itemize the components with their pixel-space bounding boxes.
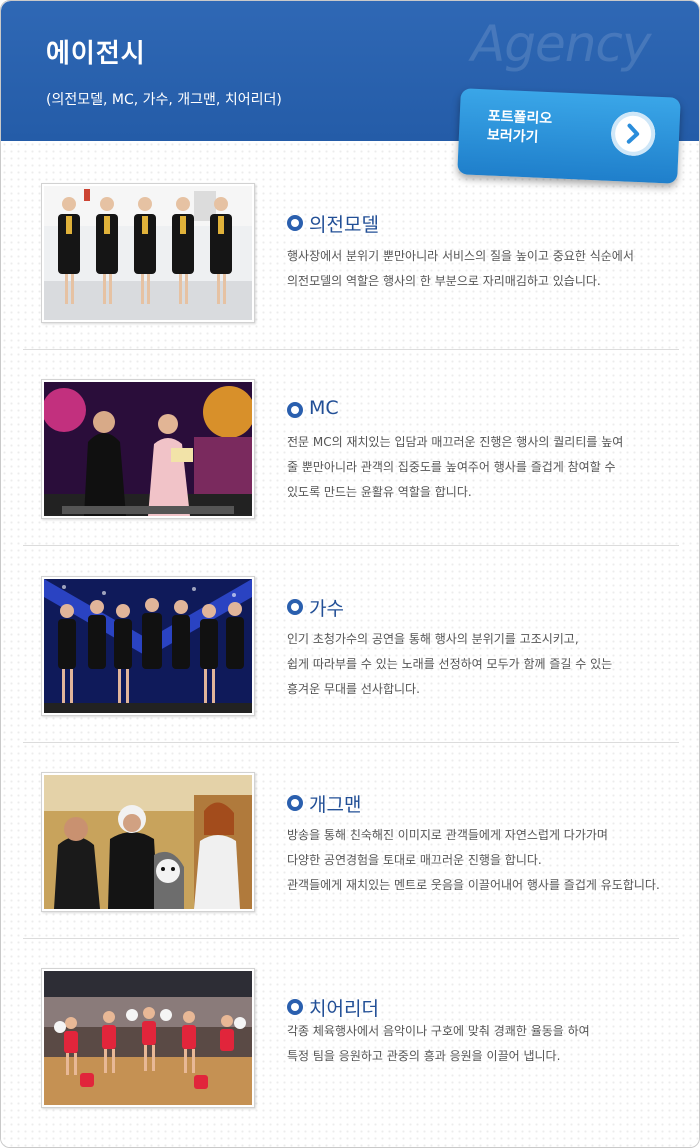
item-description: 각종 체육행사에서 음악이나 구호에 맞춰 경쾌한 율동을 하여 특정 팀을 응… — [287, 1024, 590, 1063]
portfolio-button-label: 포트폴리오 보러가기 — [486, 108, 553, 146]
item-title: MC — [309, 397, 339, 419]
agency-page: 에이전시 (의전모델, MC, 가수, 개그맨, 치어리더) Agency 포트… — [0, 0, 700, 1148]
item-description: 방송을 통해 친숙해진 이미지로 관객들에게 자연스럽게 다가가며 다양한 공연… — [287, 828, 660, 892]
item-title: 가수 — [309, 598, 344, 620]
list-item-mc: MC 전문 MC의 재치있는 입담과 매끄러운 진행은 행사의 퀄리티를 높여 … — [1, 357, 699, 552]
usher-models-image — [44, 186, 252, 320]
bullet-icon — [287, 599, 303, 615]
cheerleaders-photo — [41, 968, 255, 1108]
item-description: 인기 초청가수의 공연을 통해 행사의 분위기를 고조시키고, 쉽게 따라부를 … — [287, 632, 613, 696]
mc-hosts-image — [44, 382, 252, 516]
list-item-comedian: 개그맨 방송을 통해 친숙해진 이미지로 관객들에게 자연스럽게 다가가며 다양… — [1, 750, 699, 945]
divider — [23, 938, 679, 939]
page-subtitle: (의전모델, MC, 가수, 개그맨, 치어리더) — [46, 92, 282, 108]
item-title: 개그맨 — [309, 794, 362, 816]
chevron-right-icon — [610, 110, 657, 157]
item-description: 전문 MC의 재치있는 입담과 매끄러운 진행은 행사의 퀄리티를 높여 줄 뿐… — [287, 435, 624, 499]
bullet-icon — [287, 215, 303, 231]
item-description: 행사장에서 분위기 뿐만아니라 서비스의 질을 높이고 중요한 식순에서 의전모… — [287, 249, 634, 288]
singers-stage-image — [44, 579, 252, 713]
header-watermark: Agency — [471, 15, 651, 73]
usher-models-photo — [41, 183, 255, 323]
bullet-icon — [287, 999, 303, 1015]
bullet-icon — [287, 402, 303, 418]
mc-hosts-photo — [41, 379, 255, 519]
singers-stage-photo — [41, 576, 255, 716]
item-title: 의전모델 — [309, 214, 379, 236]
bullet-icon — [287, 795, 303, 811]
comedians-image — [44, 775, 252, 909]
list-item-singer: 가수 인기 초청가수의 공연을 통해 행사의 분위기를 고조시키고, 쉽게 따라… — [1, 554, 699, 749]
divider — [23, 742, 679, 743]
page-title: 에이전시 — [46, 39, 146, 69]
comedians-photo — [41, 772, 255, 912]
divider — [23, 349, 679, 350]
divider — [23, 545, 679, 546]
list-item-usher-model: 의전모델 행사장에서 분위기 뿐만아니라 서비스의 질을 높이고 중요한 식순에… — [1, 161, 699, 356]
list-item-cheerleader: 치어리더 각종 체육행사에서 음악이나 구호에 맞춰 경쾌한 율동을 하여 특정… — [1, 946, 699, 1141]
cheerleaders-image — [44, 971, 252, 1105]
item-title: 치어리더 — [309, 998, 379, 1020]
